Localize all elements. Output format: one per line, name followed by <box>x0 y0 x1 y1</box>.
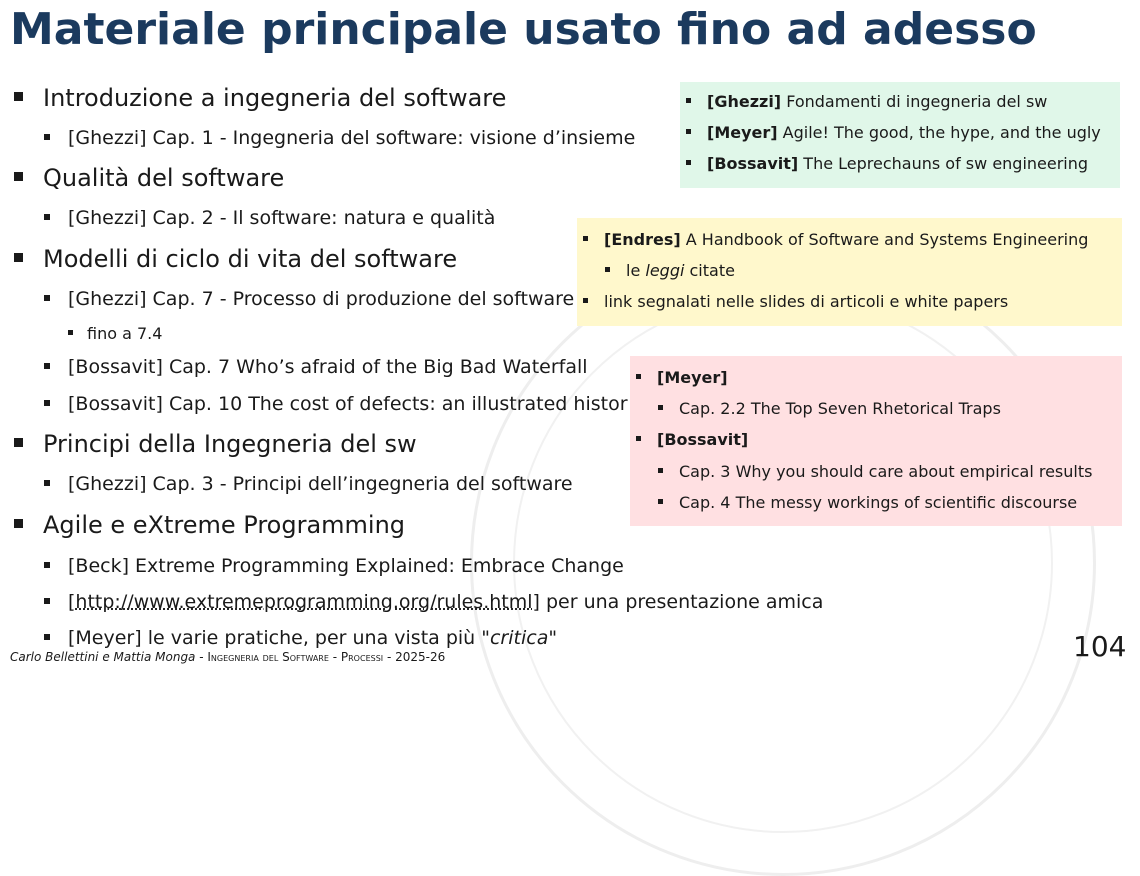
list-item: Qualità del software <box>14 164 284 192</box>
slide-footer: Carlo Bellettini e Mattia Monga - Ingegn… <box>10 650 445 664</box>
list-item: [http://www.extremeprogramming.org/rules… <box>44 591 823 613</box>
bullet-icon <box>44 362 50 369</box>
reference-tag: [Meyer] <box>707 123 778 142</box>
reference-tag: [Meyer] <box>657 368 728 387</box>
footer-year: 2025-26 <box>395 650 446 664</box>
list-item-text: [Ghezzi] Cap. 1 - Ingegneria del softwar… <box>68 127 636 149</box>
reference-text: Cap. 4 The messy workings of scientific … <box>679 493 1078 512</box>
bullet-icon <box>14 171 23 181</box>
reference-tag: [Ghezzi] <box>707 92 782 111</box>
reference-tag: [Bossavit] <box>707 154 799 173</box>
footer-separator: - <box>328 650 341 664</box>
list-item-text: [Meyer] le varie pratiche, per una vista… <box>68 627 482 649</box>
reference-text: Fondamenti di ingegneria del sw <box>781 92 1048 111</box>
list-item: [Meyer] le varie pratiche, per una vista… <box>44 627 557 649</box>
reference-text: Cap. 2.2 The Top Seven Rhetorical Traps <box>679 399 1001 418</box>
list-item-text: Agile e eXtreme Programming <box>43 511 406 539</box>
list-item-text: fino a 7.4 <box>87 324 163 343</box>
bullet-icon <box>14 437 23 447</box>
list-item-text: [Ghezzi] Cap. 7 - Processo di produzione… <box>68 288 575 310</box>
list-item: [Meyer] Agile! The good, the hype, and t… <box>686 123 1101 142</box>
list-item: Cap. 2.2 The Top Seven Rhetorical Traps <box>658 399 1001 418</box>
bullet-icon <box>658 405 663 410</box>
xp-rules-link[interactable]: http://www.extremeprogramming.org/rules.… <box>75 591 532 613</box>
bullet-icon <box>14 518 23 528</box>
bullet-icon <box>658 499 663 504</box>
list-item-text: [Bossavit] Cap. 7 Who’s afraid of the Bi… <box>68 356 588 378</box>
bullet-icon <box>44 399 50 406</box>
bullet-icon <box>605 267 610 272</box>
list-item-text: [Bossavit] Cap. 10 The cost of defects: … <box>68 393 628 415</box>
footer-authors: Carlo Bellettini e Mattia Monga <box>10 650 196 664</box>
bullet-icon <box>686 129 691 134</box>
bullet-icon <box>44 213 50 220</box>
bullet-icon <box>44 479 50 486</box>
bullet-icon <box>44 597 50 604</box>
bullet-icon <box>636 374 641 379</box>
list-item-text: [Beck] Extreme Programming Explained: Em… <box>68 555 624 577</box>
green-reference-box: [Ghezzi] Fondamenti di ingegneria del sw… <box>680 82 1120 188</box>
yellow-reference-box: [Endres] A Handbook of Software and Syst… <box>577 218 1122 326</box>
bullet-icon <box>44 294 50 301</box>
list-item: [Ghezzi] Cap. 2 - Il software: natura e … <box>44 207 495 229</box>
list-item: [Bossavit] The Leprechauns of sw enginee… <box>686 154 1088 173</box>
list-item: Introduzione a ingegneria del software <box>14 84 506 112</box>
page-number: 104 <box>1073 630 1127 663</box>
reference-text: citate <box>684 261 735 280</box>
bullet-icon <box>14 91 23 101</box>
reference-text: le <box>626 261 646 280</box>
list-item-text: [Ghezzi] Cap. 3 - Principi dell’ingegner… <box>68 473 573 495</box>
reference-text: Cap. 3 Why you should care about empiric… <box>679 462 1093 481</box>
bullet-icon <box>44 633 50 640</box>
list-item: Modelli di ciclo di vita del software <box>14 245 457 273</box>
list-item: Principi della Ingegneria del sw <box>14 430 417 458</box>
list-item: [Meyer] <box>636 368 728 387</box>
bullet-icon <box>658 468 663 473</box>
list-item-text: [Ghezzi] Cap. 2 - Il software: natura e … <box>68 207 496 229</box>
reference-text: link segnalati nelle slides di articoli … <box>604 292 1009 311</box>
reference-text: The Leprechauns of sw engineering <box>798 154 1089 173</box>
bullet-icon <box>44 561 50 568</box>
reference-emphasis: leggi <box>645 261 685 280</box>
list-item: fino a 7.4 <box>68 324 162 343</box>
list-item-emphasis: "critica" <box>481 627 558 649</box>
list-item: [Bossavit] Cap. 10 The cost of defects: … <box>44 393 628 415</box>
reference-tag: [Endres] <box>604 230 681 249</box>
list-item: [Beck] Extreme Programming Explained: Em… <box>44 555 624 577</box>
list-item: Cap. 4 The messy workings of scientific … <box>658 493 1077 512</box>
footer-separator: - <box>195 650 208 664</box>
bullet-icon <box>686 160 691 165</box>
bullet-icon <box>68 330 73 335</box>
list-item-text: Modelli di ciclo di vita del software <box>43 245 458 273</box>
bullet-icon <box>583 236 588 241</box>
reference-text: Agile! The good, the hype, and the ugly <box>777 123 1101 142</box>
list-item: [Bossavit] <box>636 430 748 449</box>
list-item-text: Qualità del software <box>43 164 285 192</box>
list-item-text: ] per una presentazione amica <box>532 591 824 613</box>
list-item: Agile e eXtreme Programming <box>14 511 405 539</box>
list-item-text: Principi della Ingegneria del sw <box>43 430 417 458</box>
list-item-text: Introduzione a ingegneria del software <box>43 84 507 112</box>
list-item: [Ghezzi] Fondamenti di ingegneria del sw <box>686 92 1047 111</box>
footer-topic: Processi <box>340 650 384 664</box>
bullet-icon <box>14 252 23 262</box>
pink-reference-box: [Meyer] Cap. 2.2 The Top Seven Rhetorica… <box>630 356 1122 526</box>
bullet-icon <box>44 133 50 140</box>
list-item: [Ghezzi] Cap. 3 - Principi dell’ingegner… <box>44 473 573 495</box>
bullet-icon <box>686 98 691 103</box>
list-item: [Endres] A Handbook of Software and Syst… <box>583 230 1088 249</box>
footer-course: Ingegneria del Software <box>207 650 329 664</box>
reference-text: A Handbook of Software and Systems Engin… <box>680 230 1089 249</box>
footer-separator: - <box>383 650 396 664</box>
list-item: [Ghezzi] Cap. 1 - Ingegneria del softwar… <box>44 127 635 149</box>
slide-title: Materiale principale usato fino ad adess… <box>10 4 1037 55</box>
reference-tag: [Bossavit] <box>657 430 749 449</box>
list-item: link segnalati nelle slides di articoli … <box>583 292 1008 311</box>
bullet-icon <box>583 298 588 303</box>
list-item: Cap. 3 Why you should care about empiric… <box>658 462 1092 481</box>
list-item: [Ghezzi] Cap. 7 - Processo di produzione… <box>44 288 574 310</box>
list-item: [Bossavit] Cap. 7 Who’s afraid of the Bi… <box>44 356 588 378</box>
bullet-icon <box>636 436 641 441</box>
list-item: le leggi citate <box>605 261 735 280</box>
